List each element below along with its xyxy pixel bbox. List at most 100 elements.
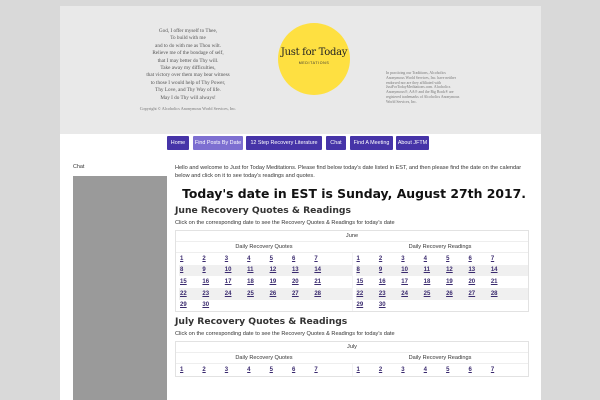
date-link-readings[interactable]: 1 bbox=[356, 367, 378, 373]
date-link-readings[interactable]: 25 bbox=[423, 291, 445, 297]
nav-find-a-meeting[interactable]: Find A Meeting bbox=[350, 136, 393, 150]
date-link-readings[interactable]: 23 bbox=[378, 291, 400, 297]
date-link-quotes[interactable]: 1 bbox=[179, 256, 201, 262]
date-link-readings[interactable]: 12 bbox=[445, 267, 467, 273]
calendar-table: June Daily Recovery Quotes Daily Recover… bbox=[175, 229, 529, 313]
date-link-readings[interactable]: 26 bbox=[445, 291, 467, 297]
date-link-quotes[interactable]: 6 bbox=[291, 256, 313, 262]
chat-widget[interactable] bbox=[73, 176, 167, 400]
date-link-readings[interactable]: 2 bbox=[378, 367, 400, 373]
date-link-quotes[interactable]: 3 bbox=[224, 256, 246, 262]
calendar-row: 8 9 10 11 12 13 14 bbox=[179, 264, 352, 277]
date-link-quotes[interactable]: 15 bbox=[179, 279, 201, 285]
date-link-quotes[interactable]: 7 bbox=[313, 367, 335, 373]
date-link-readings[interactable]: 2 bbox=[378, 256, 400, 262]
date-link-readings[interactable]: 28 bbox=[490, 291, 512, 297]
nav-home[interactable]: Home bbox=[167, 136, 189, 150]
date-link-readings[interactable]: 7 bbox=[490, 367, 512, 373]
section-heading: June Recovery Quotes & Readings bbox=[175, 204, 351, 216]
date-link-quotes[interactable]: 11 bbox=[246, 267, 268, 273]
date-link-quotes[interactable]: 29 bbox=[179, 302, 201, 308]
date-link-quotes[interactable]: 17 bbox=[224, 279, 246, 285]
date-link-readings[interactable]: 14 bbox=[490, 267, 512, 273]
date-link-readings[interactable]: 20 bbox=[467, 279, 489, 285]
date-link-quotes[interactable]: 20 bbox=[291, 279, 313, 285]
date-link-readings[interactable]: 3 bbox=[400, 367, 422, 373]
date-link-readings[interactable]: 1 bbox=[356, 256, 378, 262]
date-link-readings[interactable]: 29 bbox=[356, 302, 378, 308]
date-link-quotes[interactable]: 22 bbox=[179, 291, 201, 297]
column-header-readings: Daily Recovery Readings bbox=[408, 243, 472, 250]
date-link-quotes[interactable]: 13 bbox=[291, 267, 313, 273]
date-link-readings[interactable]: 22 bbox=[356, 291, 378, 297]
date-link-readings[interactable]: 4 bbox=[423, 367, 445, 373]
date-link-readings[interactable]: 17 bbox=[400, 279, 422, 285]
nav-about[interactable]: About JFTM bbox=[396, 136, 429, 150]
date-link-readings[interactable]: 9 bbox=[378, 267, 400, 273]
date-heading: Today's date in EST is Sunday, August 27… bbox=[182, 185, 526, 201]
date-link-readings[interactable]: 21 bbox=[490, 279, 512, 285]
date-link-quotes[interactable]: 5 bbox=[269, 367, 291, 373]
date-link-quotes[interactable]: 12 bbox=[269, 267, 291, 273]
date-link-quotes[interactable]: 7 bbox=[313, 256, 335, 262]
date-link-readings[interactable]: 30 bbox=[378, 302, 400, 308]
date-link-quotes[interactable]: 6 bbox=[291, 367, 313, 373]
date-link-quotes[interactable]: 26 bbox=[269, 291, 291, 297]
calendar-row: 1234567 bbox=[356, 364, 529, 376]
date-link-readings[interactable]: 5 bbox=[445, 367, 467, 373]
date-link-quotes[interactable]: 19 bbox=[269, 279, 291, 285]
date-link-readings[interactable]: 24 bbox=[400, 291, 422, 297]
calendar-table: July Daily Recovery Quotes Daily Recover… bbox=[175, 341, 529, 377]
date-link-readings[interactable]: 10 bbox=[400, 267, 422, 273]
prayer-line: Take away my difficulties, bbox=[160, 65, 216, 72]
date-link-quotes[interactable]: 1 bbox=[179, 367, 201, 373]
section-note: Click on the corresponding date to see t… bbox=[175, 331, 395, 338]
date-link-quotes[interactable]: 10 bbox=[224, 267, 246, 273]
date-link-quotes[interactable]: 3 bbox=[224, 367, 246, 373]
date-link-readings[interactable]: 6 bbox=[467, 367, 489, 373]
date-link-quotes[interactable]: 28 bbox=[313, 291, 335, 297]
calendar-quotes: 1 2 3 4 5 6 7 8 9 10 11 12 13 14 15 16 17 18 19 20 21 22 23 24 2… bbox=[176, 253, 352, 311]
nav-chat[interactable]: Chat bbox=[326, 136, 346, 150]
date-link-readings[interactable]: 27 bbox=[467, 291, 489, 297]
date-link-quotes[interactable]: 25 bbox=[246, 291, 268, 297]
nav-recovery-literature[interactable]: 12 Step Recovery Literature bbox=[246, 136, 322, 150]
date-link-quotes[interactable]: 23 bbox=[201, 291, 223, 297]
date-link-readings[interactable]: 13 bbox=[467, 267, 489, 273]
date-link-readings[interactable]: 8 bbox=[356, 267, 378, 273]
date-link-quotes[interactable]: 21 bbox=[313, 279, 335, 285]
date-link-readings[interactable]: 18 bbox=[423, 279, 445, 285]
calendar-quotes: 1234567 bbox=[176, 364, 352, 376]
date-link-quotes[interactable]: 9 bbox=[201, 267, 223, 273]
date-link-readings[interactable]: 3 bbox=[400, 256, 422, 262]
date-link-quotes[interactable]: 2 bbox=[201, 256, 223, 262]
date-link-quotes[interactable]: 2 bbox=[201, 367, 223, 373]
date-link-readings[interactable]: 4 bbox=[423, 256, 445, 262]
prayer-line: To build with me bbox=[170, 35, 206, 42]
date-link-readings[interactable]: 16 bbox=[378, 279, 400, 285]
date-link-quotes[interactable]: 30 bbox=[201, 302, 223, 308]
date-link-quotes[interactable]: 16 bbox=[201, 279, 223, 285]
date-link-quotes[interactable]: 14 bbox=[313, 267, 335, 273]
calendar-row: 22 23 24 25 26 27 28 bbox=[179, 287, 352, 300]
date-link-readings[interactable]: 7 bbox=[490, 256, 512, 262]
calendar-row: 15 16 17 18 19 20 21 bbox=[179, 276, 352, 288]
main-content: Hello and welcome to Just for Today Medi… bbox=[175, 164, 533, 377]
date-link-quotes[interactable]: 8 bbox=[179, 267, 201, 273]
date-link-quotes[interactable]: 4 bbox=[246, 367, 268, 373]
prayer-copyright: Copyright © Alcoholics Anonymous World S… bbox=[139, 106, 237, 112]
date-link-readings[interactable]: 5 bbox=[445, 256, 467, 262]
date-link-quotes[interactable]: 5 bbox=[269, 256, 291, 262]
date-link-quotes[interactable]: 4 bbox=[246, 256, 268, 262]
prayer-line: that I may better do Thy will. bbox=[157, 57, 219, 64]
nav-find-posts-by-date[interactable]: Find Posts By Date bbox=[193, 136, 243, 150]
date-link-readings[interactable]: 11 bbox=[423, 267, 445, 273]
site-logo[interactable]: Just for Today MEDITATIONS bbox=[278, 23, 350, 95]
date-link-readings[interactable]: 19 bbox=[445, 279, 467, 285]
calendar-readings: 1 2 3 4 5 6 7 8 9 10 11 12 13 14 15 16 17 18 19 20 21 22 23 24 2… bbox=[351, 252, 528, 312]
date-link-quotes[interactable]: 24 bbox=[224, 291, 246, 297]
date-link-readings[interactable]: 6 bbox=[467, 256, 489, 262]
date-link-quotes[interactable]: 18 bbox=[246, 279, 268, 285]
date-link-readings[interactable]: 15 bbox=[356, 279, 378, 285]
date-link-quotes[interactable]: 27 bbox=[291, 291, 313, 297]
